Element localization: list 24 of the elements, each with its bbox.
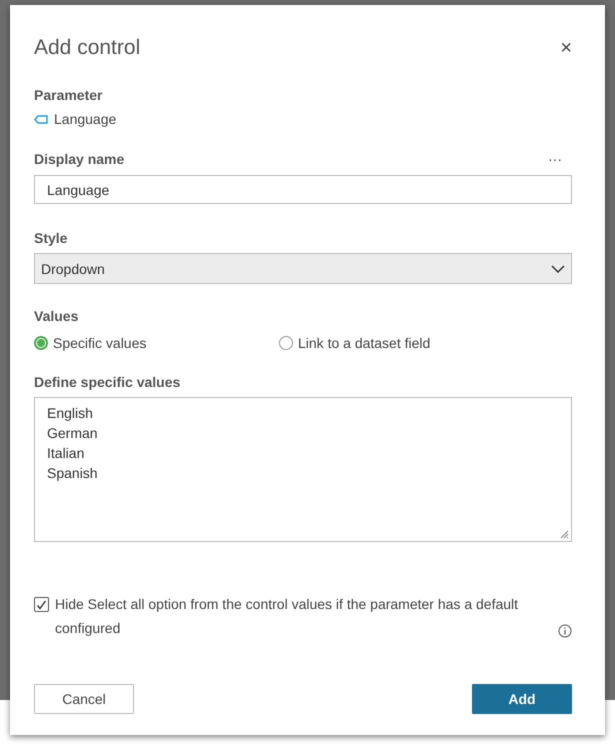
dialog-title: Add control (34, 36, 140, 60)
values-textarea[interactable]: English German Italian Spanish (34, 397, 572, 542)
checkbox[interactable] (34, 597, 49, 612)
chevron-down-icon (551, 264, 565, 272)
add-button[interactable]: Add (472, 684, 572, 714)
radio-option[interactable]: Specific values (34, 335, 279, 351)
resize-handle-icon[interactable] (559, 529, 569, 539)
hide-select-all-label: Hide Select all option from the control values if the parameter has a default configured (55, 595, 520, 638)
parameter-label: Parameter (34, 87, 104, 103)
style-dropdown[interactable]: Dropdown (34, 253, 572, 284)
style-label: Style (34, 230, 68, 246)
specific-values-label: Define specific values (34, 374, 182, 390)
display-name-label: Display name (34, 151, 124, 167)
radio-option[interactable]: Link to a dataset field (279, 335, 524, 351)
values-label: Values (34, 308, 80, 324)
cancel-button[interactable]: Cancel (34, 684, 134, 714)
close-button[interactable]: × (560, 36, 572, 60)
tag-icon (34, 114, 48, 124)
more-button[interactable]: ··· (548, 151, 562, 167)
radio-button[interactable] (34, 336, 48, 350)
parameter-name: Language (54, 111, 116, 127)
info-icon[interactable] (558, 624, 572, 638)
display-name-field[interactable]: Language (34, 175, 572, 204)
radio-button[interactable] (279, 336, 293, 350)
